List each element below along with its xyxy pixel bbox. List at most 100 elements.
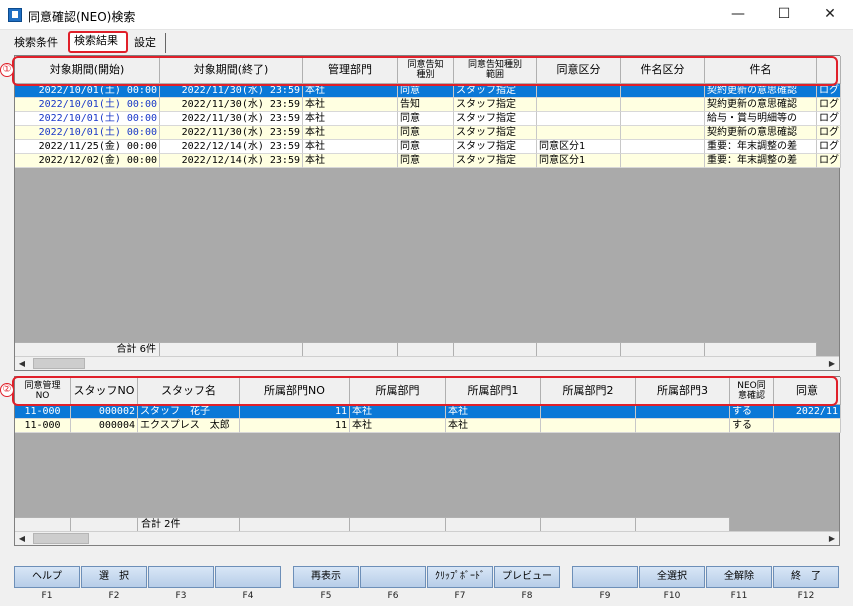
cell-subject-category [621, 112, 705, 126]
scroll-left-icon[interactable]: ◀ [15, 357, 29, 370]
grid2-total-cell [15, 517, 71, 531]
cell-management-dept: 本社 [303, 98, 398, 112]
col-period-end[interactable]: 対象期間(終了) [160, 56, 303, 84]
cell-consent-category: 同意区分1 [537, 140, 621, 154]
table-row[interactable]: 2022/10/01(土) 00:00 2022/11/30(水) 23:59 … [15, 126, 841, 140]
cell-staff-no: 000002 [71, 405, 138, 419]
cell-period-start: 2022/10/01(土) 00:00 [15, 126, 160, 140]
app-icon [8, 8, 22, 22]
cell-neo-consent: する [730, 405, 774, 419]
col-neo-consent[interactable]: NEO同 意確認 [730, 377, 774, 405]
col-dept2[interactable]: 所属部門2 [541, 377, 636, 405]
col-period-start[interactable]: 対象期間(開始) [15, 56, 160, 84]
cell-period-start: 2022/12/02(金) 00:00 [15, 154, 160, 168]
clipboard-button[interactable]: ｸﾘｯﾌﾟﾎﾞｰﾄﾞ [427, 566, 493, 588]
tab-settings[interactable]: 設定 [130, 33, 166, 53]
col-consent-category[interactable]: 同意区分 [537, 56, 621, 84]
cell-staff-no: 000004 [71, 419, 138, 433]
col-extra[interactable] [817, 56, 841, 84]
maximize-button[interactable]: ☐ [761, 0, 807, 30]
select-all-button[interactable]: 全選択 [639, 566, 705, 588]
col-consent-no[interactable]: 同意管理 NO [15, 377, 71, 405]
cell-dept-no: 11 [240, 419, 350, 433]
cell-subject-category [621, 154, 705, 168]
grid2-total-cell [636, 517, 730, 531]
cell-period-end: 2022/11/30(水) 23:59 [160, 112, 303, 126]
grid1-total-cell [454, 342, 537, 356]
exit-button[interactable]: 終 了 [773, 566, 839, 588]
cell-extra: ログ [817, 140, 841, 154]
table-row[interactable]: 2022/10/01(土) 00:00 2022/11/30(水) 23:59 … [15, 84, 841, 98]
col-subject[interactable]: 件名 [705, 56, 817, 84]
cell-management-dept: 本社 [303, 126, 398, 140]
grid2-total-cell [240, 517, 350, 531]
f5-label: F5 [320, 591, 332, 601]
close-button[interactable]: ✕ [807, 0, 853, 30]
grid2-horizontal-scrollbar[interactable]: ◀ ▶ [15, 531, 839, 545]
marker-2: ② [0, 383, 14, 397]
cell-subject: 重要：年末調整の差 [705, 140, 817, 154]
scroll-right-icon[interactable]: ▶ [825, 357, 839, 370]
col-dept[interactable]: 所属部門 [350, 377, 446, 405]
help-button[interactable]: ヘルプ [14, 566, 80, 588]
table-row[interactable]: 11-000 000004 エクスプレス 太郎 11 本社 本社 する [15, 419, 841, 433]
f3-label: F3 [175, 591, 187, 601]
f8-label: F8 [521, 591, 533, 601]
col-dept-no[interactable]: 所属部門NO [240, 377, 350, 405]
col-dept1[interactable]: 所属部門1 [446, 377, 541, 405]
grid1-total-cell [303, 342, 398, 356]
cell-extra: ログ [817, 112, 841, 126]
col-notice-range[interactable]: 同意告知種別 範囲 [454, 56, 537, 84]
col-dept3[interactable]: 所属部門3 [636, 377, 730, 405]
cell-dept3 [636, 405, 730, 419]
refresh-button[interactable]: 再表示 [293, 566, 359, 588]
cell-dept: 本社 [350, 419, 446, 433]
cell-subject: 給与・賞与明細等の [705, 112, 817, 126]
table-row[interactable]: 2022/10/01(土) 00:00 2022/11/30(水) 23:59 … [15, 98, 841, 112]
table-row[interactable]: 2022/11/25(金) 00:00 2022/12/14(水) 23:59 … [15, 140, 841, 154]
scroll-thumb[interactable] [33, 533, 89, 544]
f6-button[interactable] [360, 566, 426, 588]
scroll-left-icon[interactable]: ◀ [15, 532, 29, 545]
f3-button[interactable] [148, 566, 214, 588]
f9-button[interactable] [572, 566, 638, 588]
f4-button[interactable] [215, 566, 281, 588]
cell-consent-no: 11-000 [15, 405, 71, 419]
col-consent-date[interactable]: 同意 [774, 377, 841, 405]
cell-dept: 本社 [350, 405, 446, 419]
tab-search-conditions[interactable]: 検索条件 [10, 33, 66, 53]
col-notice-type[interactable]: 同意告知 種別 [398, 56, 454, 84]
cell-extra: ログ [817, 126, 841, 140]
cell-dept1: 本社 [446, 419, 541, 433]
col-management-dept[interactable]: 管理部門 [303, 56, 398, 84]
cell-dept2 [541, 405, 636, 419]
scroll-thumb[interactable] [33, 358, 85, 369]
table-row[interactable]: 2022/12/02(金) 00:00 2022/12/14(水) 23:59 … [15, 154, 841, 168]
table-row[interactable]: 11-000 000002 スタッフ 花子 11 本社 本社 する 2022/1… [15, 405, 841, 419]
cell-subject-category [621, 98, 705, 112]
deselect-all-button[interactable]: 全解除 [706, 566, 772, 588]
grid1-horizontal-scrollbar[interactable]: ◀ ▶ [15, 356, 839, 370]
col-staff-no[interactable]: スタッフNO [71, 377, 138, 405]
function-key-bar: ヘルプ F1 選 択 F2 F3 F4 再表示 F5 F6 ｸﾘｯﾌﾟﾎﾞｰﾄﾞ… [14, 566, 840, 602]
f12-label: F12 [797, 591, 815, 601]
col-subject-category[interactable]: 件名区分 [621, 56, 705, 84]
scroll-right-icon[interactable]: ▶ [825, 532, 839, 545]
select-button[interactable]: 選 択 [81, 566, 147, 588]
cell-period-start: 2022/10/01(土) 00:00 [15, 98, 160, 112]
cell-period-end: 2022/11/30(水) 23:59 [160, 126, 303, 140]
cell-notice-type: 同意 [398, 154, 454, 168]
grid1-rows: 2022/10/01(土) 00:00 2022/11/30(水) 23:59 … [15, 84, 841, 168]
table-row[interactable]: 2022/10/01(土) 00:00 2022/11/30(水) 23:59 … [15, 112, 841, 126]
cell-notice-type: 同意 [398, 84, 454, 98]
grid2-total-cell [350, 517, 446, 531]
cell-subject-category [621, 84, 705, 98]
preview-button[interactable]: プレビュー [494, 566, 560, 588]
grid1-total-row: 合計 6件 [15, 342, 817, 356]
col-staff-name[interactable]: スタッフ名 [138, 377, 240, 405]
tab-search-results[interactable]: 検索結果 [68, 31, 128, 53]
cell-subject: 契約更新の意思確認 [705, 126, 817, 140]
cell-dept2 [541, 419, 636, 433]
minimize-button[interactable]: — [715, 0, 761, 30]
cell-notice-type: 同意 [398, 112, 454, 126]
